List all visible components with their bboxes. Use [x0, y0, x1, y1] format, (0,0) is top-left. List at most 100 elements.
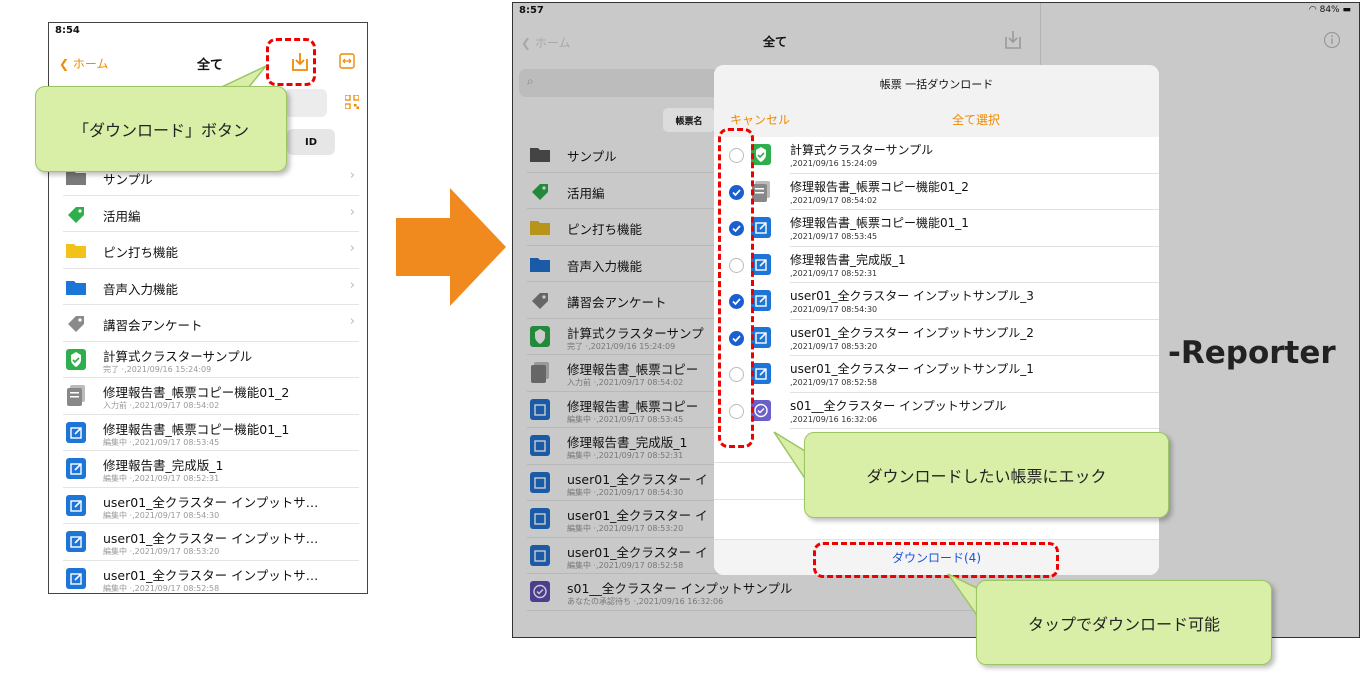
- document-title: 計算式クラスターサンプル: [790, 143, 934, 157]
- folder-label: サンプル: [567, 149, 617, 164]
- edit-doc-icon: [530, 435, 550, 456]
- folder-row[interactable]: ピン打ち機能 ›: [63, 232, 359, 269]
- document-title: 修理報告書_帳票コピー機能01_1: [103, 421, 290, 437]
- document-meta: 入力前 ·,2021/09/17 08:54:02: [567, 378, 684, 387]
- folder-row[interactable]: 活用編 ›: [63, 196, 359, 232]
- folder-label: 音声入力機能: [103, 281, 179, 297]
- edit-doc-icon: [66, 494, 86, 516]
- brand-text: -Reporter: [1168, 335, 1336, 371]
- segment-document-name[interactable]: 帳票名: [663, 108, 715, 132]
- document-meta: ,2021/09/17 08:53:45: [790, 232, 878, 241]
- info-icon[interactable]: [1323, 31, 1341, 49]
- chevron-right-icon: ›: [349, 168, 355, 183]
- document-title: 修理報告書_帳票コピー: [567, 398, 699, 414]
- document-title: user01_全クラスター イ: [567, 471, 708, 487]
- document-row[interactable]: 修理報告書_帳票コピー機能01_2 入力前 ·,2021/09/17 08:54…: [63, 378, 359, 415]
- check-badge-icon: [66, 348, 86, 370]
- check-badge-icon: [751, 144, 771, 165]
- chevron-right-icon: ›: [349, 204, 355, 220]
- select-all-button[interactable]: 全て選択: [952, 111, 1000, 128]
- document-meta: ,2021/09/17 08:53:20: [790, 341, 878, 351]
- folder-blue-icon: [65, 277, 87, 297]
- edit-doc-icon: [66, 567, 86, 589]
- back-label: ホーム: [72, 57, 109, 71]
- download-icon[interactable]: [1002, 29, 1024, 51]
- select-row[interactable]: s01__全クラスター インプットサンプル ,2021/09/16 16:32:…: [714, 393, 1159, 429]
- document-title: user01_全クラスター インプットサ…: [103, 494, 319, 510]
- select-row[interactable]: user01_全クラスター インプットサンプル_1 ,2021/09/17 08…: [714, 356, 1159, 393]
- document-title: user01_全クラスター イ: [567, 544, 708, 560]
- document-title: 修理報告書_完成版_1: [790, 252, 906, 267]
- document-meta: ,2021/09/16 16:32:06: [790, 414, 878, 424]
- chevron-right-icon: ›: [349, 241, 355, 256]
- check-badge-icon: [530, 325, 550, 347]
- document-meta: 編集中 ·,2021/09/17 08:53:20: [567, 524, 684, 533]
- tag-green-icon: [65, 204, 87, 224]
- edit-doc-icon: [66, 458, 86, 479]
- document-title: 計算式クラスターサンプル: [103, 348, 253, 364]
- document-meta: ,2021/09/17 08:54:02: [790, 195, 878, 205]
- select-row[interactable]: 修理報告書_帳票コピー機能01_1 ,2021/09/17 08:53:45: [714, 210, 1159, 247]
- callout-tap-download: タップでダウンロード可能: [976, 580, 1272, 665]
- select-row[interactable]: 修理報告書_帳票コピー機能01_2 ,2021/09/17 08:54:02: [714, 174, 1159, 210]
- document-title: user01_全クラスター イ: [567, 508, 708, 523]
- document-row[interactable]: 計算式クラスターサンプル 完了 ·,2021/09/16 15:24:09: [63, 342, 359, 378]
- folder-label: 音声入力機能: [567, 258, 643, 274]
- cancel-button[interactable]: キャンセル: [730, 111, 790, 128]
- expand-icon[interactable]: [339, 53, 355, 69]
- search-field[interactable]: [285, 89, 327, 117]
- document-row[interactable]: user01_全クラスター インプットサ… 編集中 ·,2021/09/17 0…: [63, 524, 359, 561]
- document-title: user01_全クラスター インプットサンプル_3: [790, 289, 1034, 303]
- copy-doc-icon: [530, 362, 550, 383]
- back-label: ホーム: [534, 36, 571, 50]
- select-row[interactable]: 計算式クラスターサンプル ,2021/09/16 15:24:09: [714, 137, 1159, 174]
- folder-row[interactable]: 音声入力機能 ›: [63, 269, 359, 305]
- qr-code-icon[interactable]: [345, 95, 359, 109]
- document-row[interactable]: user01_全クラスター インプットサ… 編集中 ·,2021/09/17 0…: [63, 561, 359, 594]
- status-time: 8:54: [55, 25, 80, 36]
- document-title: s01__全クラスター インプットサンプル: [790, 398, 1007, 413]
- chevron-left-icon: ❮: [59, 57, 73, 71]
- approval-badge-icon: [751, 399, 771, 421]
- edit-doc-icon: [751, 253, 771, 275]
- edit-doc-icon: [751, 326, 771, 348]
- document-meta: ,2021/09/17 08:52:31: [790, 268, 878, 278]
- search-field[interactable]: ⌕: [519, 69, 719, 97]
- document-title: user01_全クラスター インプットサンプル_1: [790, 362, 1034, 376]
- document-row[interactable]: 修理報告書_完成版_1 編集中 ·,2021/09/17 08:52:31: [63, 451, 359, 488]
- select-row[interactable]: user01_全クラスター インプットサンプル_2 ,2021/09/17 08…: [714, 320, 1159, 356]
- document-title: 修理報告書_帳票コピー機能01_2: [790, 179, 969, 194]
- document-meta: ,2021/09/17 08:54:30: [790, 305, 878, 314]
- document-title: 修理報告書_帳票コピー機能01_2: [103, 385, 290, 400]
- select-row[interactable]: 修理報告書_完成版_1 ,2021/09/17 08:52:31: [714, 247, 1159, 283]
- highlight-checkboxes: [718, 128, 754, 448]
- status-battery: ◠ 84% ▬: [1309, 5, 1351, 15]
- folder-yellow-icon: [65, 240, 87, 260]
- document-row[interactable]: 修理報告書_帳票コピー機能01_1 編集中 ·,2021/09/17 08:53…: [63, 415, 359, 451]
- back-button[interactable]: ❮ ホーム: [521, 34, 571, 51]
- document-meta: ,2021/09/16 15:24:09: [790, 159, 878, 168]
- document-title: 計算式クラスターサンプ: [567, 325, 704, 341]
- edit-doc-icon: [66, 421, 86, 443]
- edit-doc-icon: [530, 398, 550, 420]
- document-meta: 編集中 ·,2021/09/17 08:53:45: [103, 437, 220, 447]
- folder-row[interactable]: 講習会アンケート ›: [63, 305, 359, 342]
- chevron-right-icon: ›: [349, 314, 355, 329]
- document-meta: 編集中 ·,2021/09/17 08:52:31: [567, 451, 684, 460]
- document-meta: 編集中 ·,2021/09/17 08:54:30: [567, 487, 684, 497]
- edit-doc-icon: [530, 544, 550, 566]
- tag-gray-icon: [529, 290, 551, 310]
- folder-label: 講習会アンケート: [103, 318, 203, 333]
- select-row[interactable]: user01_全クラスター インプットサンプル_3 ,2021/09/17 08…: [714, 283, 1159, 320]
- document-meta: 編集中 ·,2021/09/17 08:52:58: [103, 583, 220, 593]
- dialog-title: 帳票 一括ダウンロード: [714, 65, 1159, 103]
- status-time: 8:57: [519, 5, 544, 16]
- edit-doc-icon: [751, 290, 771, 311]
- document-title: 修理報告書_帳票コピー: [567, 362, 699, 377]
- chevron-right-icon: ›: [349, 277, 355, 293]
- back-button[interactable]: ❮ ホーム: [59, 55, 109, 72]
- document-row[interactable]: user01_全クラスター インプットサ… 編集中 ·,2021/09/17 0…: [63, 488, 359, 524]
- document-meta: ,2021/09/17 08:52:58: [790, 378, 878, 387]
- edit-doc-icon: [66, 531, 86, 552]
- segment-id[interactable]: ID: [287, 129, 335, 155]
